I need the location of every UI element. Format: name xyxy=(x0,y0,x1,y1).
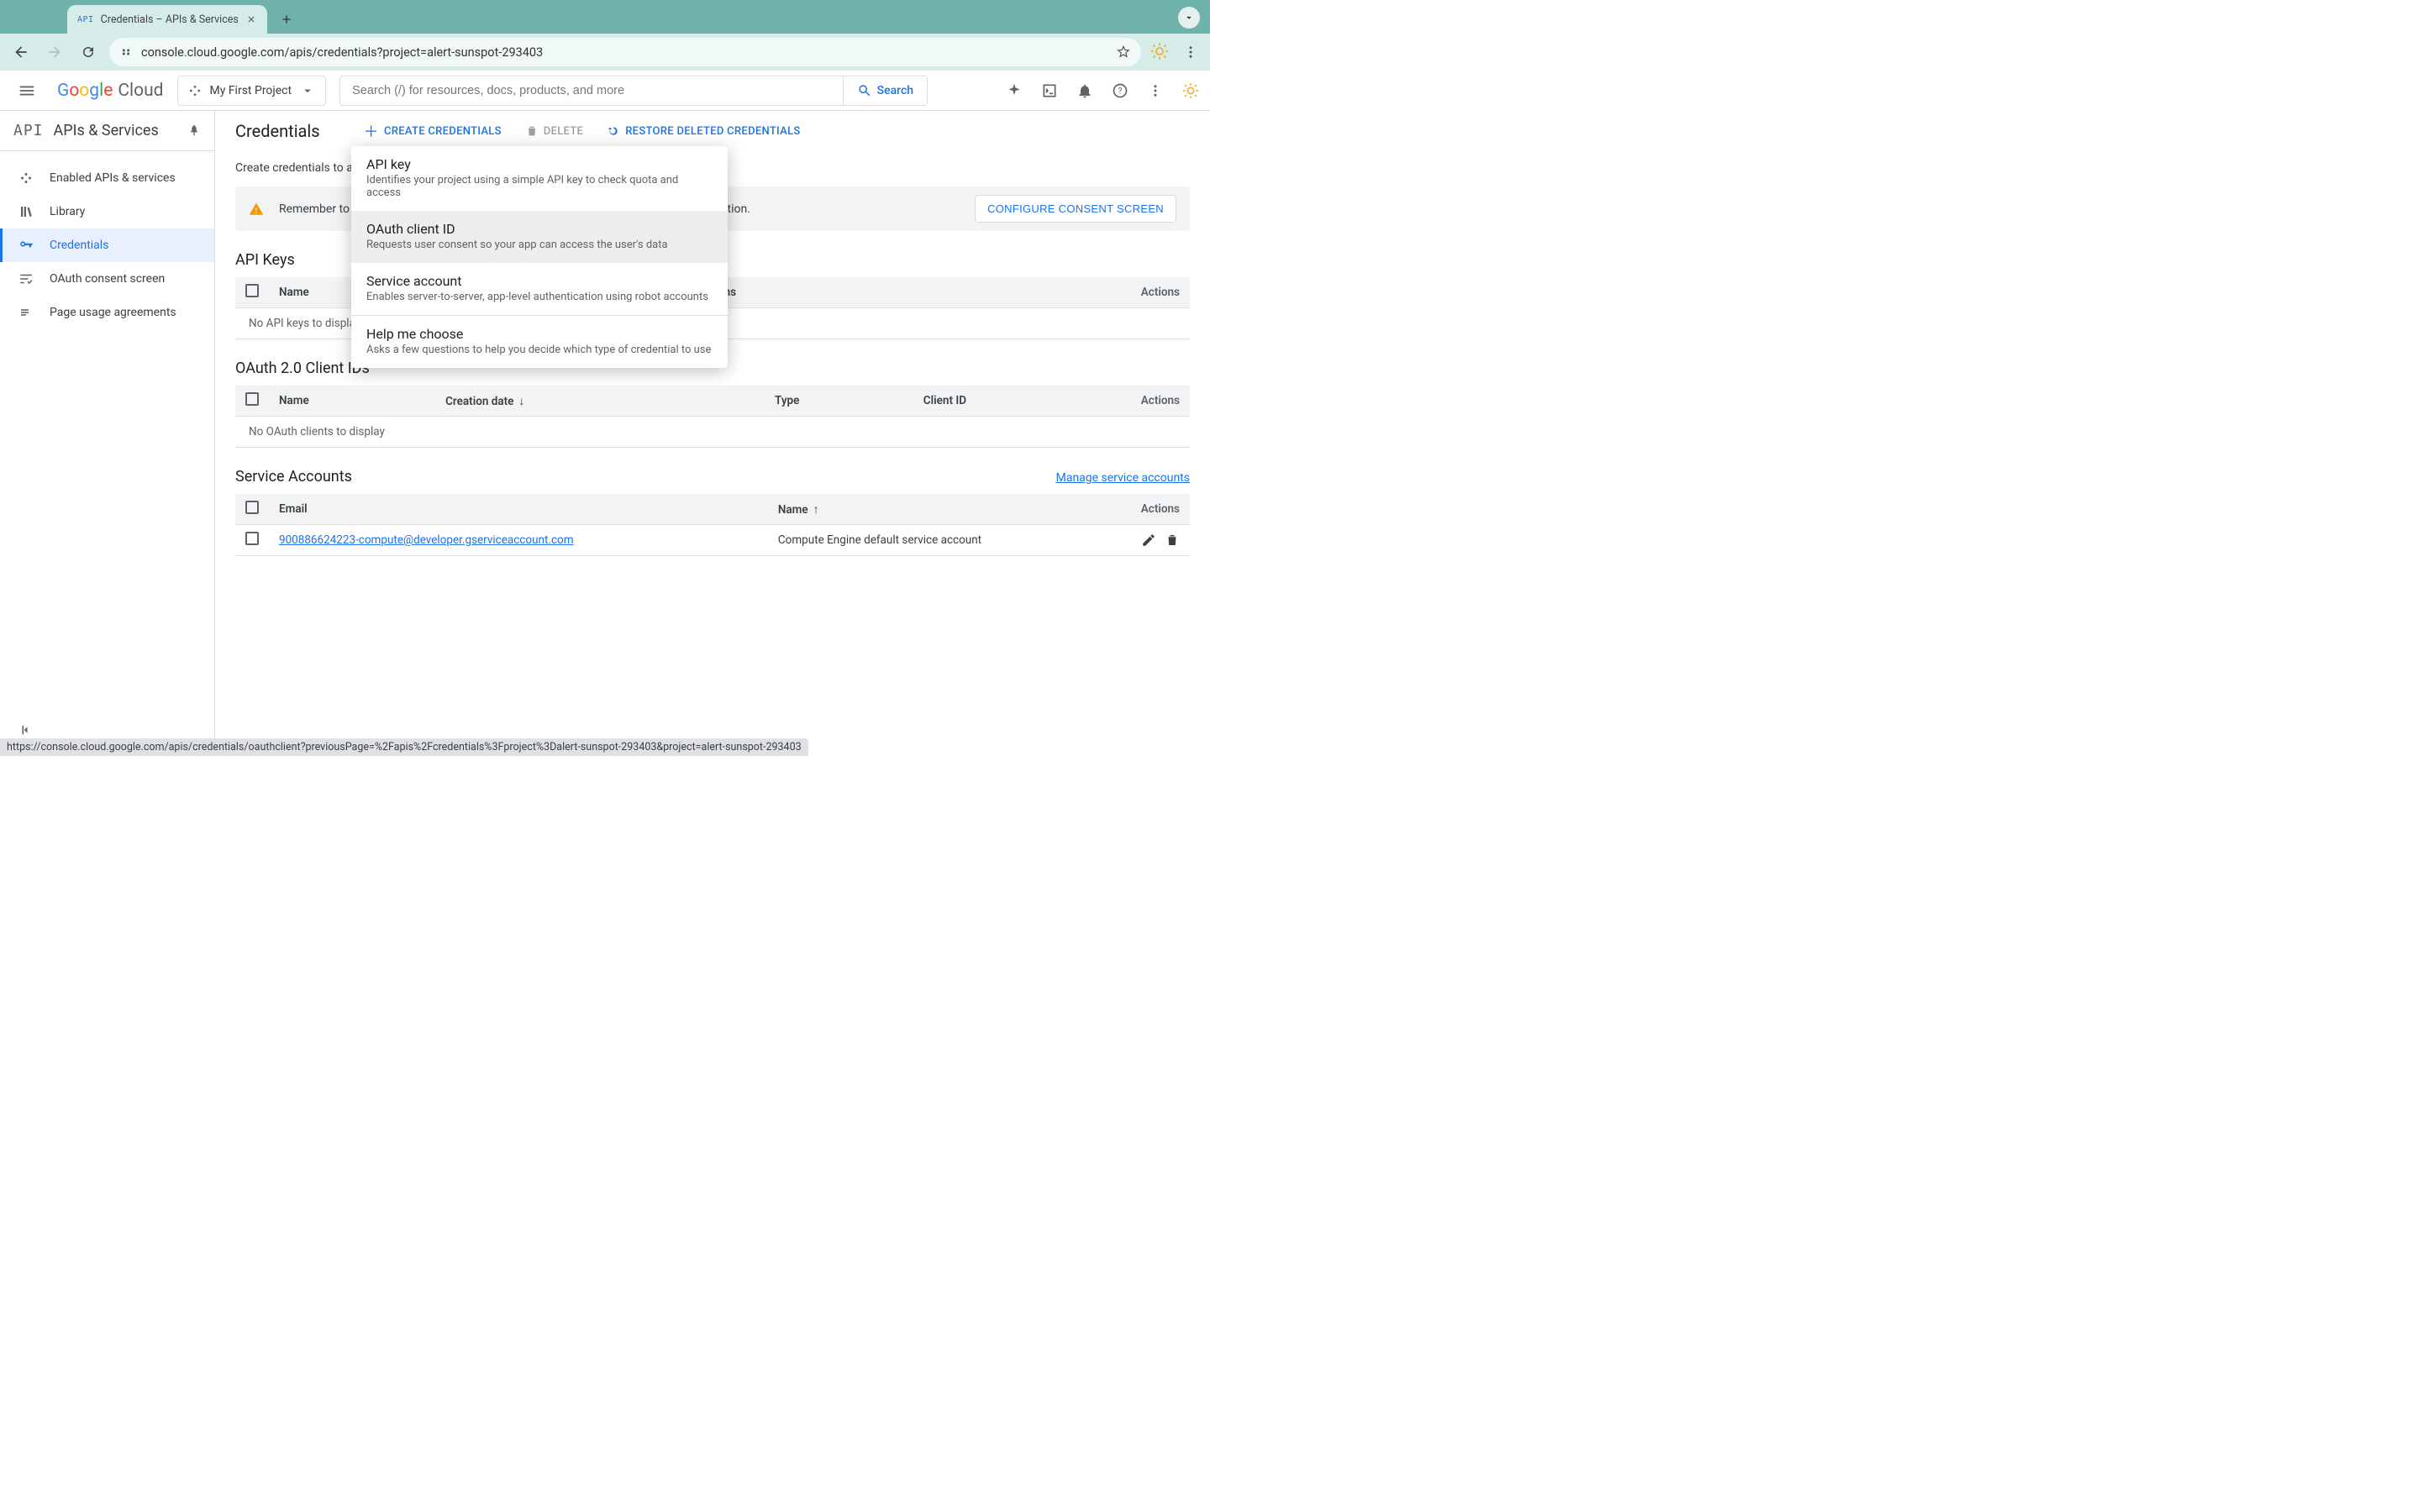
notifications-icon[interactable] xyxy=(1076,81,1094,100)
nav-menu-button[interactable] xyxy=(10,81,44,100)
new-tab-button[interactable] xyxy=(274,7,299,32)
sidebar-header: API APIs & Services xyxy=(0,111,214,151)
credentials-icon xyxy=(18,238,34,253)
col-name[interactable]: Name xyxy=(269,386,435,417)
menu-item-oauth-client[interactable]: OAuth client ID Requests user consent so… xyxy=(351,211,728,263)
address-bar[interactable]: console.cloud.google.com/apis/credential… xyxy=(109,38,1141,66)
project-picker[interactable]: My First Project xyxy=(177,76,327,106)
sa-table: Email Name↑ Actions 900886624223-compute… xyxy=(235,494,1190,556)
configure-consent-button[interactable]: CONFIGURE CONSENT SCREEN xyxy=(975,195,1176,223)
delete-button[interactable]: DELETE xyxy=(525,124,583,138)
col-creation[interactable]: Creation date↓ xyxy=(435,386,765,417)
project-icon xyxy=(188,84,202,97)
menu-item-service-account[interactable]: Service account Enables server-to-server… xyxy=(351,263,728,315)
back-button[interactable] xyxy=(8,39,34,65)
consent-icon xyxy=(18,271,34,286)
menu-item-api-key[interactable]: API key Identifies your project using a … xyxy=(351,146,728,211)
create-credentials-button[interactable]: ＋ CREATE CREDENTIALS xyxy=(364,120,502,142)
sidebar-item-credentials[interactable]: Credentials xyxy=(0,228,214,262)
select-all-checkbox[interactable] xyxy=(245,501,259,514)
col-email[interactable]: Email xyxy=(269,494,768,525)
col-restrictions[interactable]: Restrictions xyxy=(665,277,1123,308)
select-all-checkbox[interactable] xyxy=(245,392,259,406)
chevron-down-icon xyxy=(300,83,315,98)
sidebar: API APIs & Services Enabled APIs & servi… xyxy=(0,111,215,756)
svg-text:?: ? xyxy=(1118,87,1123,96)
sidebar-item-label: Enabled APIs & services xyxy=(50,171,176,185)
col-client-id[interactable]: Client ID xyxy=(913,386,1123,417)
delete-icon[interactable] xyxy=(1165,533,1180,548)
tab-title: Credentials – APIs & Services xyxy=(101,13,239,26)
forward-button[interactable] xyxy=(42,39,67,65)
create-credentials-menu: API key Identifies your project using a … xyxy=(351,146,728,368)
sidebar-item-enabled-apis[interactable]: Enabled APIs & services xyxy=(0,161,214,195)
warning-icon xyxy=(249,202,264,217)
status-bar: https://console.cloud.google.com/apis/cr… xyxy=(0,738,808,756)
restore-button[interactable]: RESTORE DELETED CREDENTIALS xyxy=(607,124,800,138)
gemini-icon[interactable] xyxy=(1005,81,1023,100)
sa-email-link[interactable]: 900886624223-compute@developer.gservicea… xyxy=(279,533,574,547)
api-icon: API xyxy=(13,122,44,139)
undo-icon xyxy=(607,124,620,138)
browser-tab-strip: API Credentials – APIs & Services xyxy=(0,0,1210,34)
sidebar-item-label: OAuth consent screen xyxy=(50,272,165,286)
bookmark-icon[interactable] xyxy=(1116,45,1131,60)
account-avatar[interactable] xyxy=(1181,81,1200,100)
agreements-icon xyxy=(18,305,34,320)
sort-asc-icon: ↑ xyxy=(813,503,819,517)
url-text: console.cloud.google.com/apis/credential… xyxy=(141,45,1107,60)
more-icon[interactable] xyxy=(1146,81,1165,100)
search-icon xyxy=(857,83,872,98)
sidebar-item-label: Credentials xyxy=(50,239,108,252)
col-actions: Actions xyxy=(1123,277,1190,308)
search-button[interactable]: Search xyxy=(843,76,927,105)
search-bar: Search xyxy=(339,76,928,106)
sidebar-item-library[interactable]: Library xyxy=(0,195,214,228)
col-actions: Actions xyxy=(1123,494,1190,525)
cloud-top-bar: Google Cloud My First Project Search ? xyxy=(0,71,1210,111)
sa-name: Compute Engine default service account xyxy=(768,525,1123,556)
edit-icon[interactable] xyxy=(1141,533,1156,548)
sidebar-collapse-button[interactable] xyxy=(18,722,34,738)
col-name[interactable]: Name↑ xyxy=(768,494,1123,525)
page-title: Credentials xyxy=(235,121,320,141)
row-checkbox[interactable] xyxy=(245,532,259,545)
cloud-shell-icon[interactable] xyxy=(1040,81,1059,100)
table-row: 900886624223-compute@developer.gservicea… xyxy=(235,525,1190,556)
empty-row: No OAuth clients to display xyxy=(235,417,1190,448)
select-all-checkbox[interactable] xyxy=(245,284,259,297)
browser-toolbar: console.cloud.google.com/apis/credential… xyxy=(0,34,1210,71)
close-icon[interactable] xyxy=(245,13,257,25)
enabled-apis-icon xyxy=(18,171,34,186)
sort-desc-icon: ↓ xyxy=(518,395,524,408)
extension-icon[interactable] xyxy=(1150,41,1171,63)
search-input[interactable] xyxy=(340,76,843,105)
tabs-dropdown-button[interactable] xyxy=(1178,7,1200,29)
col-type[interactable]: Type xyxy=(765,386,913,417)
library-icon xyxy=(18,204,34,219)
pin-icon[interactable] xyxy=(187,124,201,138)
tab-favicon: API xyxy=(77,15,94,24)
browser-tab[interactable]: API Credentials – APIs & Services xyxy=(67,5,267,34)
sidebar-title: APIs & Services xyxy=(54,122,159,139)
reload-button[interactable] xyxy=(76,39,101,65)
sidebar-item-oauth-consent[interactable]: OAuth consent screen xyxy=(0,262,214,296)
help-icon[interactable]: ? xyxy=(1111,81,1129,100)
col-actions: Actions xyxy=(1123,386,1190,417)
site-info-icon[interactable] xyxy=(119,45,133,59)
google-cloud-logo[interactable]: Google Cloud xyxy=(57,81,164,101)
sidebar-item-label: Library xyxy=(50,205,85,218)
trash-icon xyxy=(525,124,539,138)
page-action-bar: Credentials ＋ CREATE CREDENTIALS DELETE … xyxy=(235,111,1190,151)
sidebar-item-page-usage[interactable]: Page usage agreements xyxy=(0,296,214,329)
sidebar-item-label: Page usage agreements xyxy=(50,306,176,319)
oauth-table: Name Creation date↓ Type Client ID Actio… xyxy=(235,386,1190,448)
menu-item-help-choose[interactable]: Help me choose Asks a few questions to h… xyxy=(351,316,728,368)
project-name: My First Project xyxy=(210,84,292,97)
manage-sa-link[interactable]: Manage service accounts xyxy=(1056,471,1190,485)
plus-icon: ＋ xyxy=(364,120,379,142)
sa-title: Service Accounts xyxy=(235,468,352,486)
browser-menu-icon[interactable] xyxy=(1183,45,1198,60)
